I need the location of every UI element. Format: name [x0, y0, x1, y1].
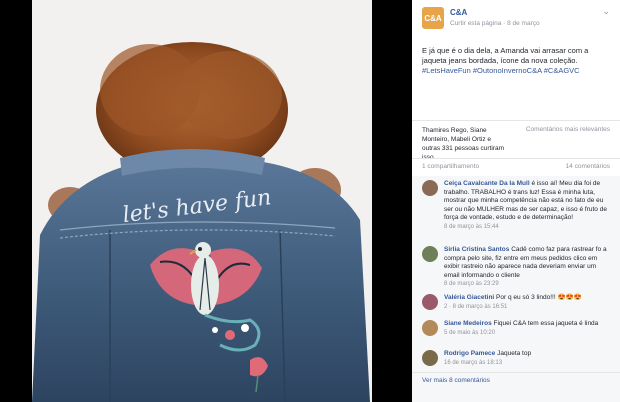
comment-count[interactable]: 14 comentários [566, 163, 610, 170]
post-body: E já que é o dia dela, a Amanda vai arra… [422, 46, 589, 65]
avatar[interactable] [422, 246, 438, 262]
comment-author[interactable]: Sirlia Cristina Santos [444, 246, 509, 253]
photo-viewer: let's have fun C&A C&A Curtir esta págin… [0, 0, 620, 402]
view-more-comments-link[interactable]: Ver mais 8 comentários [422, 377, 490, 384]
like-page-link[interactable]: Curtir esta página [450, 20, 501, 27]
comment-text: Fiquei C&A tem essa jaqueta é linda [493, 320, 599, 327]
avatar[interactable] [422, 350, 438, 366]
post-meta: Curtir esta página · 8 de março [450, 20, 540, 27]
comment-text: Por q eu só 3 lindo!!! 😍😍😍 [496, 294, 582, 301]
photo-illustration: let's have fun [32, 0, 372, 402]
avatar[interactable] [422, 180, 438, 196]
comment-body: Siane Medeiros Fiquei C&A tem essa jaque… [444, 320, 610, 337]
comment-author[interactable]: Ceiça Cavalcante Da Ia Mull [444, 180, 530, 187]
comment-author[interactable]: Valéria Giacetini [444, 294, 494, 301]
comment-body: Valéria Giacetini Por q eu só 3 lindo!!!… [444, 294, 610, 311]
comment-text: Jaqueta top [497, 350, 532, 357]
post-header: C&A C&A Curtir esta página · 8 de março … [412, 0, 620, 34]
page-avatar[interactable]: C&A [422, 7, 444, 29]
divider [412, 158, 620, 159]
divider [412, 372, 620, 373]
comments-list: Ceiça Cavalcante Da Ia Mull é isso aí! M… [412, 176, 620, 402]
comment-body: Ceiça Cavalcante Da Ia Mull é isso aí! M… [444, 180, 610, 231]
post-text: E já que é o dia dela, a Amanda vai arra… [412, 34, 620, 76]
comment-date[interactable]: 8 de março às 15:44 [444, 224, 499, 230]
post-photo[interactable]: let's have fun [0, 0, 412, 402]
post-sidebar: C&A C&A Curtir esta página · 8 de março … [412, 0, 620, 402]
avatar[interactable] [422, 294, 438, 310]
relevance-filter[interactable]: Comentários mais relevantes [526, 126, 610, 133]
comment-date[interactable]: 8 de março às 23:29 [444, 281, 499, 287]
post-hashtags[interactable]: #LetsHaveFun #OutonoInvernoC&A #C&AGVC [422, 66, 580, 75]
divider [412, 120, 620, 121]
share-count[interactable]: 1 compartilhamento [422, 163, 479, 170]
comment-author[interactable]: Siane Medeiros [444, 320, 492, 327]
reaction-names[interactable]: Thamires Rego, Siane Monteiro, Mabeli Or… [422, 126, 504, 162]
comment-body: Rodrigo Pamece Jaqueta top 16 de março à… [444, 350, 610, 367]
chevron-down-icon[interactable]: ⌄ [602, 6, 610, 17]
post-date[interactable]: 8 de março [507, 20, 540, 27]
comment-date[interactable]: 16 de março às 18:13 [444, 360, 502, 366]
comment-author[interactable]: Rodrigo Pamece [444, 350, 495, 357]
page-name-link[interactable]: C&A [450, 8, 467, 17]
comment-date[interactable]: 5 de maio às 10:20 [444, 330, 495, 336]
avatar[interactable] [422, 320, 438, 336]
comment-body: Sirlia Cristina Santos Cadê como faz par… [444, 246, 610, 289]
comment-date[interactable]: 2 · 8 de março às 16:51 [444, 304, 507, 310]
